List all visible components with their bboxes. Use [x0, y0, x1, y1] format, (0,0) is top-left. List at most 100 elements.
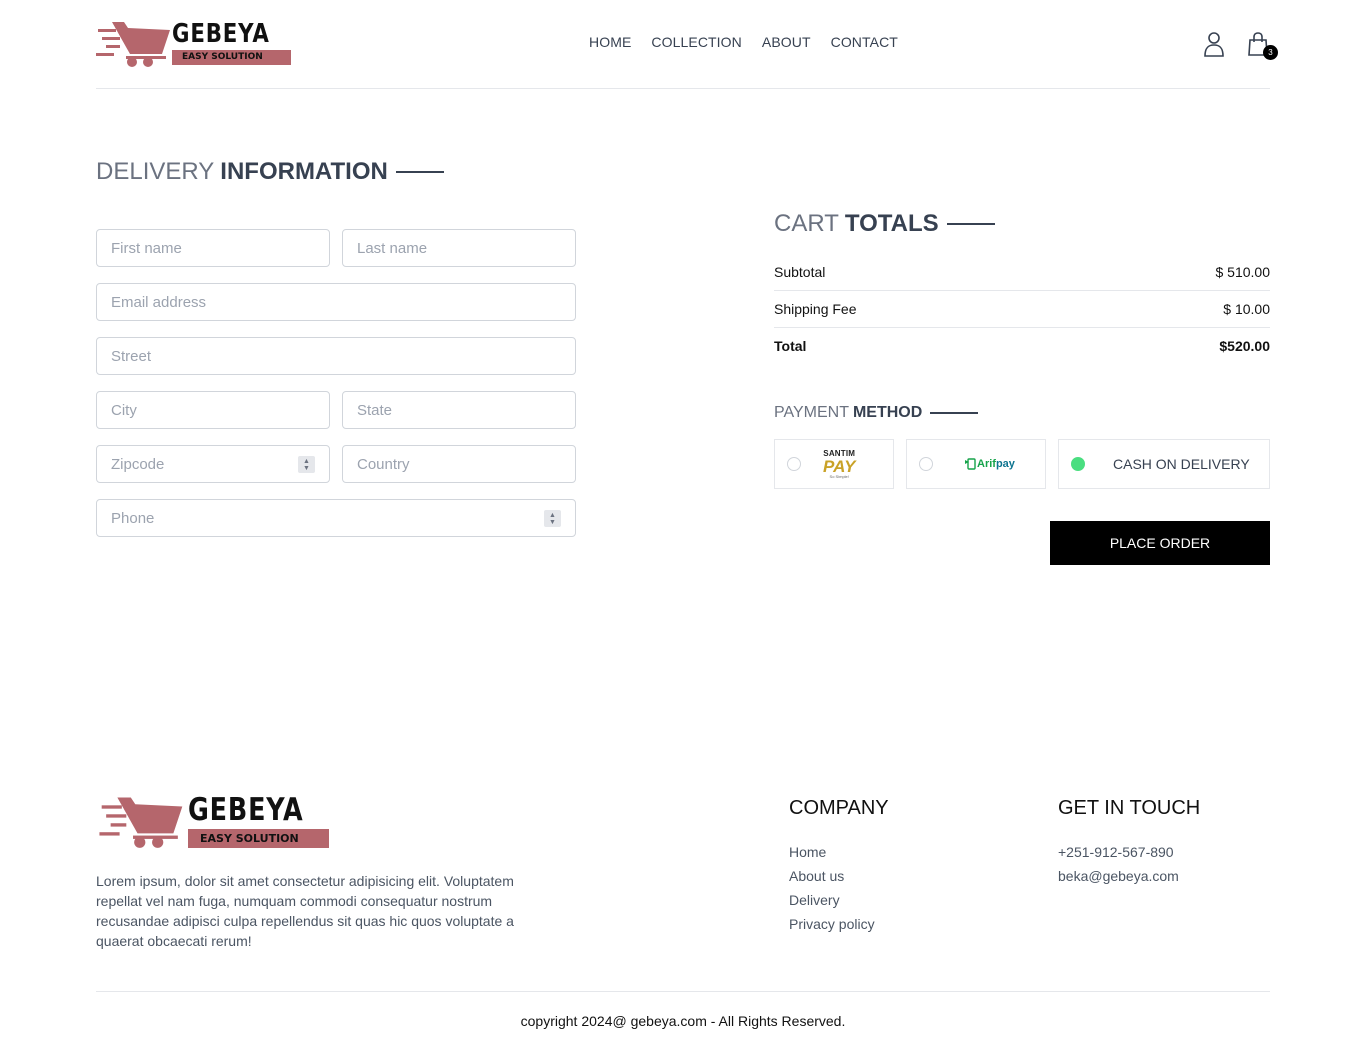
footer-contact: GET IN TOUCH +251-912-567-890 beka@gebey…: [1058, 797, 1200, 888]
logo[interactable]: GEBEYA EASY SOLUTION: [96, 18, 292, 68]
street-field[interactable]: [96, 337, 576, 375]
zipcode-field[interactable]: ▲▼: [96, 445, 330, 483]
phone-stepper[interactable]: ▲ ▼: [544, 510, 561, 527]
santimpay-logo-sub: So Simple!: [829, 473, 849, 479]
total-value: $520.00: [1219, 338, 1270, 354]
email-input[interactable]: [111, 293, 561, 311]
first-name-field[interactable]: [96, 229, 330, 267]
logo-tagline: EASY SOLUTION: [172, 50, 292, 65]
arifpay-logo-a: Arif: [977, 458, 996, 470]
santimpay-logo-main: PAY: [823, 456, 856, 476]
footer-divider: [96, 991, 1270, 992]
subtotal-value: $ 510.00: [1215, 263, 1271, 280]
cart-logo-icon: [96, 22, 170, 67]
total-label: Total: [774, 338, 807, 354]
nav-collection[interactable]: COLLECTION: [651, 34, 741, 50]
delivery-title-bold: INFORMATION: [220, 158, 388, 185]
title-rule: [946, 223, 995, 225]
payment-title-bold: METHOD: [852, 404, 923, 421]
list-item: Delivery: [789, 888, 889, 912]
cart-title-bold: TOTALS: [844, 210, 939, 237]
header-icons: 3: [1202, 30, 1278, 60]
cart-totals-table: Subtotal $ 510.00 Shipping Fee $ 10.00 T…: [774, 253, 1270, 364]
contact-title: GET IN TOUCH: [1058, 797, 1201, 819]
chevron-down-icon: ▼: [303, 464, 310, 472]
arifpay-logo: Arif pay: [965, 458, 1015, 470]
shipping-value: $ 10.00: [1223, 301, 1270, 317]
place-order-button[interactable]: PLACE ORDER: [1050, 521, 1270, 565]
cart-logo-icon: [99, 797, 183, 848]
logo-text: GEBEYA EASY SOLUTION: [172, 19, 292, 65]
shipping-label: Shipping Fee: [774, 301, 857, 317]
payment-option-cod[interactable]: CASH ON DELIVERY: [1058, 439, 1270, 489]
footer-logo-name: GEBEYA: [188, 791, 304, 828]
logo-name: GEBEYA: [172, 19, 270, 49]
chevron-down-icon: ▼: [549, 518, 556, 526]
title-rule: [930, 412, 979, 414]
title-rule: [395, 171, 444, 173]
company-title: COMPANY: [789, 797, 889, 819]
zipcode-input[interactable]: [111, 455, 315, 473]
contact-phone: +251-912-567-890: [1058, 844, 1174, 860]
footer-logo-text: GEBEYA EASY SOLUTION: [188, 791, 329, 848]
payment-option-santimpay[interactable]: SANTIM PAY So Simple!: [774, 439, 894, 489]
zipcode-stepper[interactable]: ▲ ▼: [298, 456, 315, 473]
cod-label: CASH ON DELIVERY: [1113, 456, 1250, 472]
footer-link-about[interactable]: About us: [789, 868, 844, 884]
email-field[interactable]: [96, 283, 576, 321]
delivery-title-light: DELIVERY: [96, 158, 215, 185]
footer-link-home[interactable]: Home: [789, 844, 826, 860]
state-field[interactable]: [342, 391, 576, 429]
street-input[interactable]: [111, 347, 561, 365]
last-name-field[interactable]: [342, 229, 576, 267]
cart-title-light: CART: [774, 210, 839, 237]
city-field[interactable]: [96, 391, 330, 429]
payment-title-light: PAYMENT: [774, 404, 849, 421]
contact-email: beka@gebeya.com: [1058, 868, 1179, 884]
santimpay-logo: SANTIM PAY So Simple!: [823, 449, 856, 479]
cart-count-badge: 3: [1263, 45, 1278, 60]
cod-radio[interactable]: [1071, 457, 1085, 471]
country-field[interactable]: [342, 445, 576, 483]
nav-home[interactable]: HOME: [589, 34, 631, 50]
state-input[interactable]: [357, 401, 561, 419]
arifpay-radio[interactable]: [919, 457, 933, 471]
total-row: Total $520.00: [774, 327, 1270, 364]
arifpay-logo-b: pay: [995, 458, 1015, 470]
city-input[interactable]: [111, 401, 315, 419]
copyright-text: copyright 2024@ gebeya.com - All Rights …: [520, 1013, 846, 1029]
footer-logo[interactable]: GEBEYA EASY SOLUTION: [96, 793, 329, 849]
footer-description: Lorem ipsum, dolor sit amet consectetur …: [96, 873, 514, 949]
footer-logo-tagline: EASY SOLUTION: [188, 828, 329, 848]
profile-button[interactable]: [1202, 30, 1226, 58]
phone-input[interactable]: [111, 509, 561, 527]
list-item: About us: [789, 864, 889, 888]
main-nav: HOME COLLECTION ABOUT CONTACT: [589, 34, 898, 50]
delivery-title: DELIVERY INFORMATION: [96, 158, 444, 186]
country-input[interactable]: [357, 455, 561, 473]
cart-button[interactable]: 3: [1246, 30, 1278, 60]
contact-list: +251-912-567-890 beka@gebeya.com: [1058, 840, 1200, 888]
site-header: GEBEYA EASY SOLUTION HOME COLLECTION ABO…: [96, 0, 1278, 89]
subtotal-label: Subtotal: [774, 263, 826, 280]
payment-title: PAYMENT METHOD: [774, 404, 979, 422]
nav-about[interactable]: ABOUT: [762, 34, 811, 50]
footer-company: COMPANY Home About us Delivery Privacy p…: [789, 797, 889, 936]
company-links: Home About us Delivery Privacy policy: [789, 840, 889, 936]
list-item: Home: [789, 840, 889, 864]
phone-field[interactable]: ▲▼: [96, 499, 576, 537]
santimpay-radio[interactable]: [787, 457, 801, 471]
profile-icon: [1204, 32, 1224, 57]
last-name-input[interactable]: [357, 239, 561, 257]
footer-link-delivery[interactable]: Delivery: [789, 892, 840, 908]
shipping-row: Shipping Fee $ 10.00: [774, 290, 1270, 327]
cart-totals-title: CART TOTALS: [774, 210, 995, 238]
chevron-up-icon: ▲: [549, 511, 556, 519]
subtotal-row: Subtotal $ 510.00: [774, 253, 1270, 290]
chevron-up-icon: ▲: [303, 457, 310, 465]
nav-contact[interactable]: CONTACT: [831, 34, 898, 50]
payment-option-arifpay[interactable]: Arif pay: [906, 439, 1046, 489]
arifpay-logo-icon: [965, 458, 976, 470]
first-name-input[interactable]: [111, 239, 315, 257]
footer-link-privacy[interactable]: Privacy policy: [789, 916, 875, 932]
